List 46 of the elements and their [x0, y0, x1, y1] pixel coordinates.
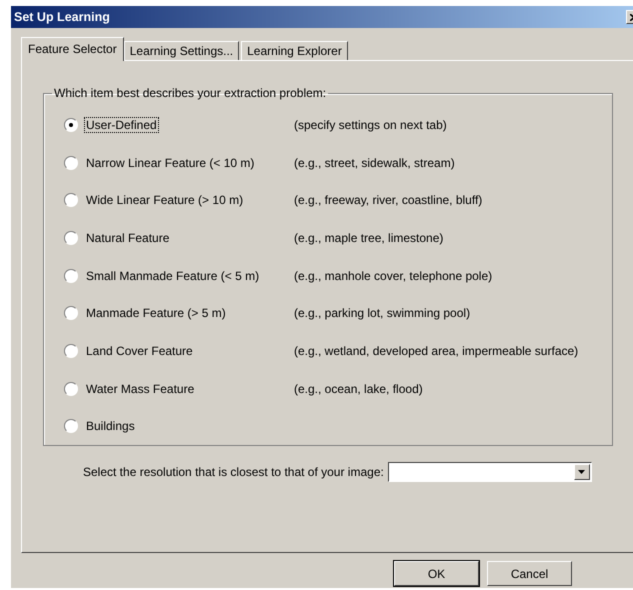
window-title: Set Up Learning — [14, 10, 110, 24]
radio-option[interactable]: Wide Linear Feature (> 10 m) — [64, 193, 294, 208]
option-label: Manmade Feature (> 5 m) — [85, 306, 227, 320]
option-label: Natural Feature — [85, 230, 170, 245]
dropdown-button[interactable] — [574, 464, 590, 480]
radio-option[interactable]: Natural Feature — [64, 230, 294, 245]
radio-option[interactable]: Small Manmade Feature (< 5 m) — [64, 268, 294, 283]
option-label: Narrow Linear Feature (< 10 m) — [85, 156, 256, 170]
option-label: User-Defined — [85, 118, 158, 132]
tab[interactable]: Feature Selector — [21, 37, 124, 61]
radio-button[interactable] — [64, 419, 78, 434]
radio-button[interactable] — [64, 306, 78, 320]
radio-option[interactable]: Narrow Linear Feature (< 10 m) — [64, 156, 294, 170]
option-hint: (e.g., freeway, river, coastline, bluff) — [294, 193, 482, 208]
group-legend: Which item best describes your extraction problem: — [52, 86, 328, 100]
option-label: Small Manmade Feature (< 5 m) — [85, 268, 260, 283]
cancel-button[interactable]: Cancel — [487, 561, 572, 586]
radio-button[interactable] — [64, 230, 78, 245]
radio-option[interactable]: User-Defined — [64, 118, 294, 132]
option-hint: (e.g., wetland, developed area, impermeable surface) — [294, 344, 578, 358]
option-label: Land Cover Feature — [85, 344, 194, 358]
radio-button[interactable] — [64, 193, 78, 208]
radio-option[interactable]: Manmade Feature (> 5 m) — [64, 306, 294, 320]
option-hint: (specify settings on next tab) — [294, 118, 447, 132]
resolution-label: Select the resolution that is closest to that of your image: — [83, 465, 384, 479]
resolution-dropdown[interactable] — [388, 462, 592, 482]
ok-button[interactable]: OK — [394, 561, 479, 586]
option-hint: (e.g., maple tree, limestone) — [294, 230, 444, 245]
option-label: Water Mass Feature — [85, 382, 196, 396]
option-hint: (e.g., ocean, lake, flood) — [294, 382, 423, 396]
option-hint: (e.g., parking lot, swimming pool) — [294, 306, 470, 320]
option-hint: (e.g., street, sidewalk, stream) — [294, 156, 455, 170]
tab[interactable]: Learning Explorer — [241, 41, 348, 60]
radio-option[interactable]: Buildings — [64, 419, 294, 434]
caret-icon — [578, 470, 586, 474]
radio-button[interactable] — [64, 118, 78, 132]
option-hint: (e.g., manhole cover, telephone pole) — [294, 268, 492, 283]
radio-option[interactable]: Land Cover Feature — [64, 344, 294, 358]
option-label: Wide Linear Feature (> 10 m) — [85, 193, 244, 208]
radio-button[interactable] — [64, 344, 78, 358]
radio-option[interactable]: Water Mass Feature — [64, 382, 294, 396]
option-label: Buildings — [85, 419, 136, 434]
tab[interactable]: Learning Settings... — [124, 41, 240, 60]
radio-button[interactable] — [64, 268, 78, 283]
radio-button[interactable] — [64, 382, 78, 396]
radio-button[interactable] — [64, 156, 78, 170]
